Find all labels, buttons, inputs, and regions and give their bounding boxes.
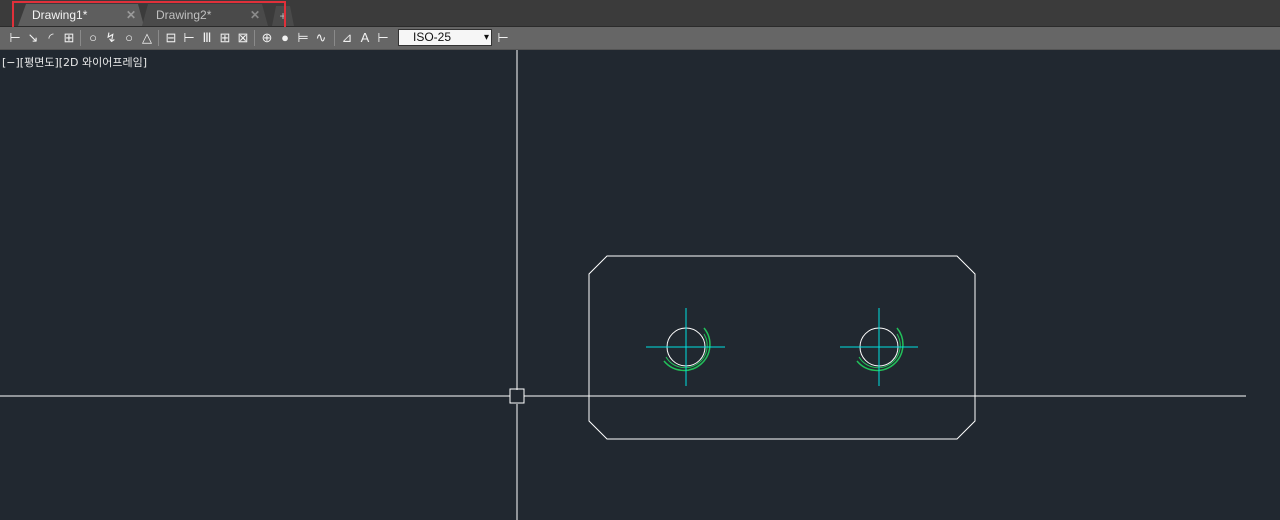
hole-left[interactable] bbox=[646, 308, 725, 386]
hole-arc bbox=[663, 327, 711, 372]
hole-arc bbox=[665, 333, 708, 369]
hole-arc bbox=[856, 327, 904, 372]
hole-arc bbox=[858, 333, 901, 369]
pickbox-cursor bbox=[509, 388, 525, 404]
viewport-controls-label[interactable]: [−][평면도][2D 와이어프레임] bbox=[2, 54, 147, 70]
hole-right[interactable] bbox=[840, 308, 918, 386]
drawing-viewport[interactable] bbox=[0, 0, 1280, 520]
